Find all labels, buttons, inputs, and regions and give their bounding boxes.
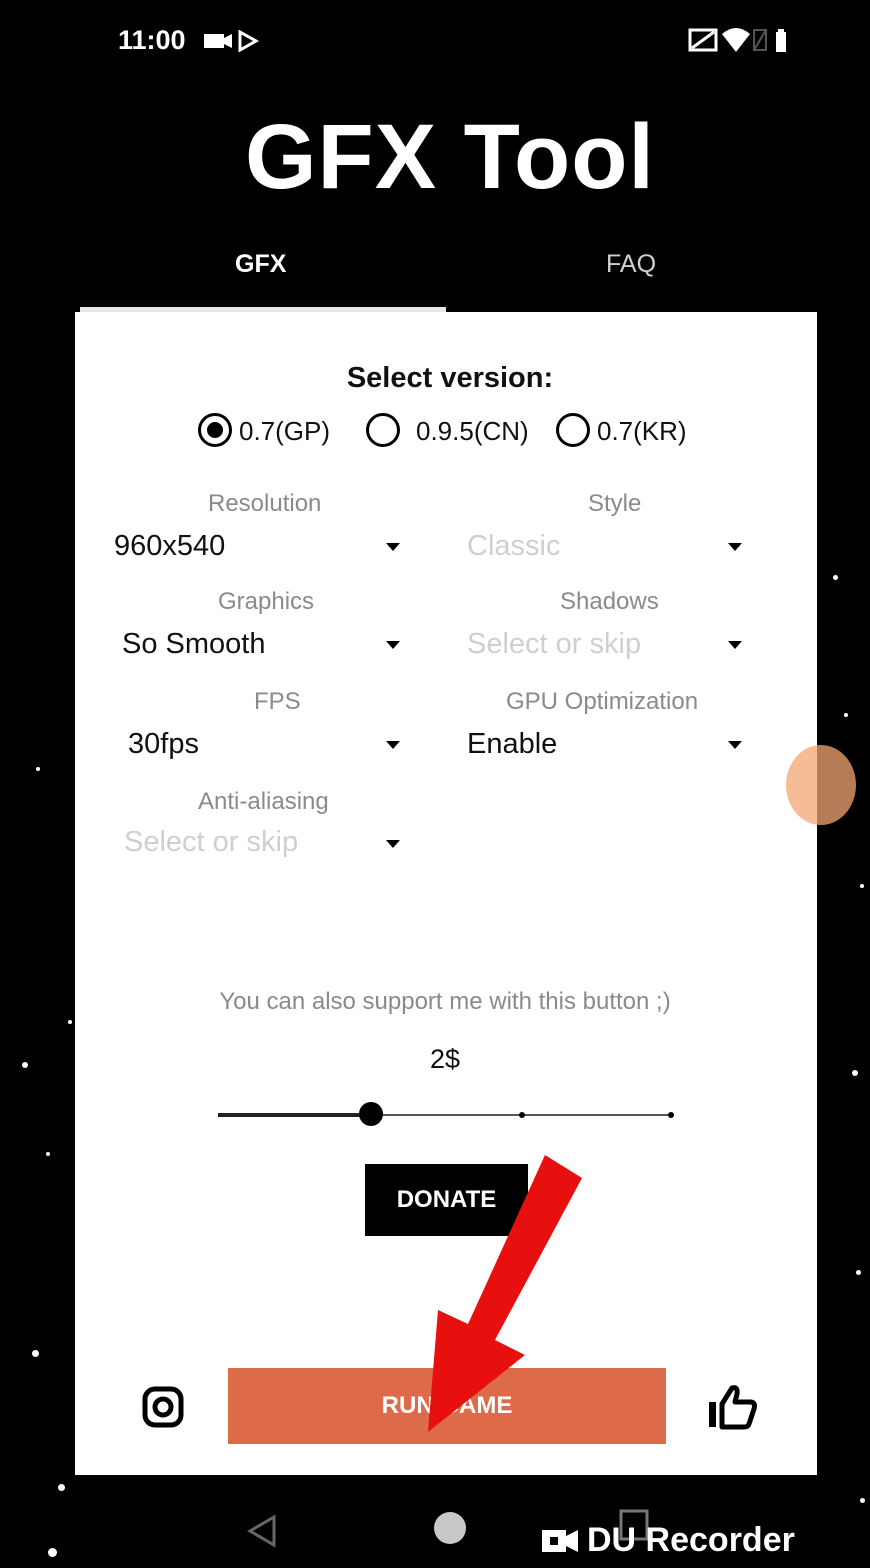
- star: [844, 713, 848, 717]
- radio-unchecked-icon[interactable]: [366, 413, 400, 447]
- cast-icon: [688, 28, 718, 52]
- status-right-icons: [688, 24, 788, 59]
- status-time: 11:00: [118, 25, 186, 55]
- version-option-label: 0.7(GP): [239, 416, 331, 446]
- chevron-down-icon[interactable]: [386, 641, 400, 649]
- home-icon[interactable]: [430, 1508, 470, 1548]
- donation-amount: 2$: [429, 1044, 461, 1074]
- shadows-select[interactable]: Select or skip: [467, 628, 641, 661]
- back-icon[interactable]: [246, 1514, 278, 1548]
- app-title: GFX Tool: [244, 106, 655, 208]
- graphics-label: Graphics: [218, 588, 315, 615]
- floating-recorder-bubble[interactable]: [786, 745, 856, 825]
- version-option-label: 0.9.5(CN): [416, 416, 529, 446]
- slider-track-active[interactable]: [218, 1113, 372, 1117]
- star: [36, 767, 40, 771]
- resolution-select[interactable]: 960x540: [114, 530, 225, 563]
- version-option-label: 0.7(KR): [597, 416, 687, 446]
- status-bar: 11:00: [0, 0, 870, 80]
- support-text: You can also support me with this button…: [219, 988, 671, 1015]
- star: [68, 1020, 72, 1024]
- play-store-icon: [238, 29, 260, 53]
- style-select[interactable]: Classic: [467, 530, 560, 563]
- star: [860, 884, 864, 888]
- graphics-select[interactable]: So Smooth: [122, 628, 265, 661]
- chevron-down-icon[interactable]: [386, 840, 400, 848]
- star: [856, 1270, 861, 1275]
- fps-select[interactable]: 30fps: [128, 728, 199, 761]
- gpu-optimization-select[interactable]: Enable: [467, 728, 557, 761]
- slider-thumb[interactable]: [359, 1102, 383, 1126]
- red-arrow-annotation: [428, 1155, 582, 1432]
- shadows-label: Shadows: [560, 588, 659, 615]
- du-recorder-watermark: DU Recorder: [587, 1521, 795, 1559]
- slider-tick[interactable]: [519, 1112, 525, 1118]
- video-icon: [204, 34, 232, 48]
- thumbs-up-icon[interactable]: [706, 1382, 758, 1430]
- star: [833, 575, 838, 580]
- tab-faq[interactable]: FAQ: [606, 250, 656, 279]
- radio-unchecked-icon[interactable]: [556, 413, 590, 447]
- fps-label: FPS: [254, 688, 301, 715]
- chevron-down-icon[interactable]: [386, 741, 400, 749]
- style-label: Style: [588, 490, 642, 517]
- chevron-down-icon[interactable]: [728, 741, 742, 749]
- radio-checked-icon[interactable]: [198, 413, 232, 447]
- antialiasing-select[interactable]: Select or skip: [124, 826, 298, 859]
- battery-icon: [776, 29, 786, 52]
- antialiasing-label: Anti-aliasing: [198, 788, 329, 815]
- no-sim-icon: [753, 29, 767, 51]
- resolution-label: Resolution: [208, 490, 322, 517]
- status-left-icons: [204, 29, 266, 57]
- star: [46, 1152, 50, 1156]
- slider-tick[interactable]: [668, 1112, 674, 1118]
- wifi-icon: [722, 28, 750, 52]
- chevron-down-icon[interactable]: [728, 641, 742, 649]
- camera-icon: [542, 1530, 578, 1552]
- gpu-optimization-label: GPU Optimization: [506, 688, 699, 715]
- chevron-down-icon[interactable]: [728, 543, 742, 551]
- chevron-down-icon[interactable]: [386, 543, 400, 551]
- instagram-icon[interactable]: [142, 1386, 184, 1428]
- tab-gfx[interactable]: GFX: [235, 250, 286, 279]
- version-title: Select version:: [346, 362, 554, 394]
- star: [32, 1350, 39, 1357]
